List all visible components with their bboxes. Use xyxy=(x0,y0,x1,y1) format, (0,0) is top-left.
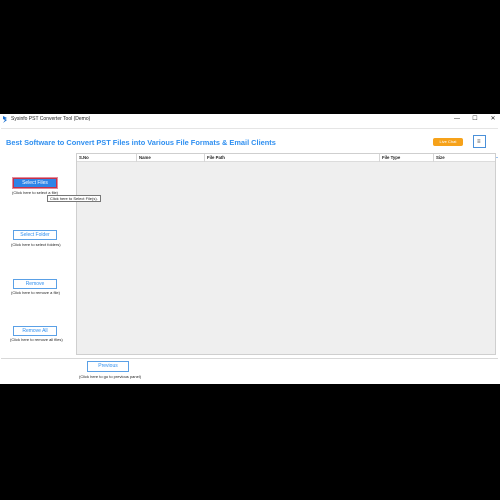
footer-bar: Previous (Click here to go to previous p… xyxy=(1,358,498,383)
remove-all-button[interactable]: Remove All xyxy=(13,326,57,336)
remove-button[interactable]: Remove xyxy=(13,279,57,289)
app-window: Sysinfo PST Converter Tool (Demo) — ☐ ✕ … xyxy=(0,114,500,384)
title-bar: Sysinfo PST Converter Tool (Demo) — ☐ ✕ xyxy=(0,114,500,125)
menu-icon: ≡ xyxy=(477,139,481,145)
maximize-icon[interactable]: ☐ xyxy=(470,115,480,124)
table-header: S.No Name File Path File Type Size xyxy=(77,154,495,162)
remove-hint: (Click here to remove a file) xyxy=(11,290,60,295)
app-logo-icon xyxy=(3,116,7,123)
minimize-icon[interactable]: — xyxy=(452,115,462,124)
previous-hint: (Click here to go to previous panel) xyxy=(79,374,142,379)
close-icon[interactable]: ✕ xyxy=(488,115,498,124)
select-files-button[interactable]: Select Files xyxy=(12,177,58,189)
file-table[interactable]: S.No Name File Path File Type Size xyxy=(76,153,496,355)
column-header-file-type[interactable]: File Type xyxy=(380,154,400,162)
menu-button[interactable]: ≡ xyxy=(473,135,486,148)
select-folder-hint: (Click here to select folders) xyxy=(11,242,61,247)
column-header-sno[interactable]: S.No xyxy=(77,154,89,162)
live-chat-button[interactable]: Live Chat xyxy=(433,138,463,146)
column-header-file-path[interactable]: File Path xyxy=(205,154,225,162)
action-panel: Select Files (Click here to select a fil… xyxy=(0,152,76,358)
window-title: Sysinfo PST Converter Tool (Demo) xyxy=(11,116,91,122)
banner-title: Best Software to Convert PST Files into … xyxy=(6,138,276,147)
remove-all-hint: (Click here to remove all files) xyxy=(10,337,63,342)
previous-button[interactable]: Previous xyxy=(87,361,129,372)
column-header-size[interactable]: Size xyxy=(434,154,445,162)
select-files-tooltip: Click here to Select File(s). xyxy=(47,195,101,202)
column-header-name[interactable]: Name xyxy=(137,154,151,162)
select-folder-button[interactable]: Select Folder xyxy=(13,230,57,240)
